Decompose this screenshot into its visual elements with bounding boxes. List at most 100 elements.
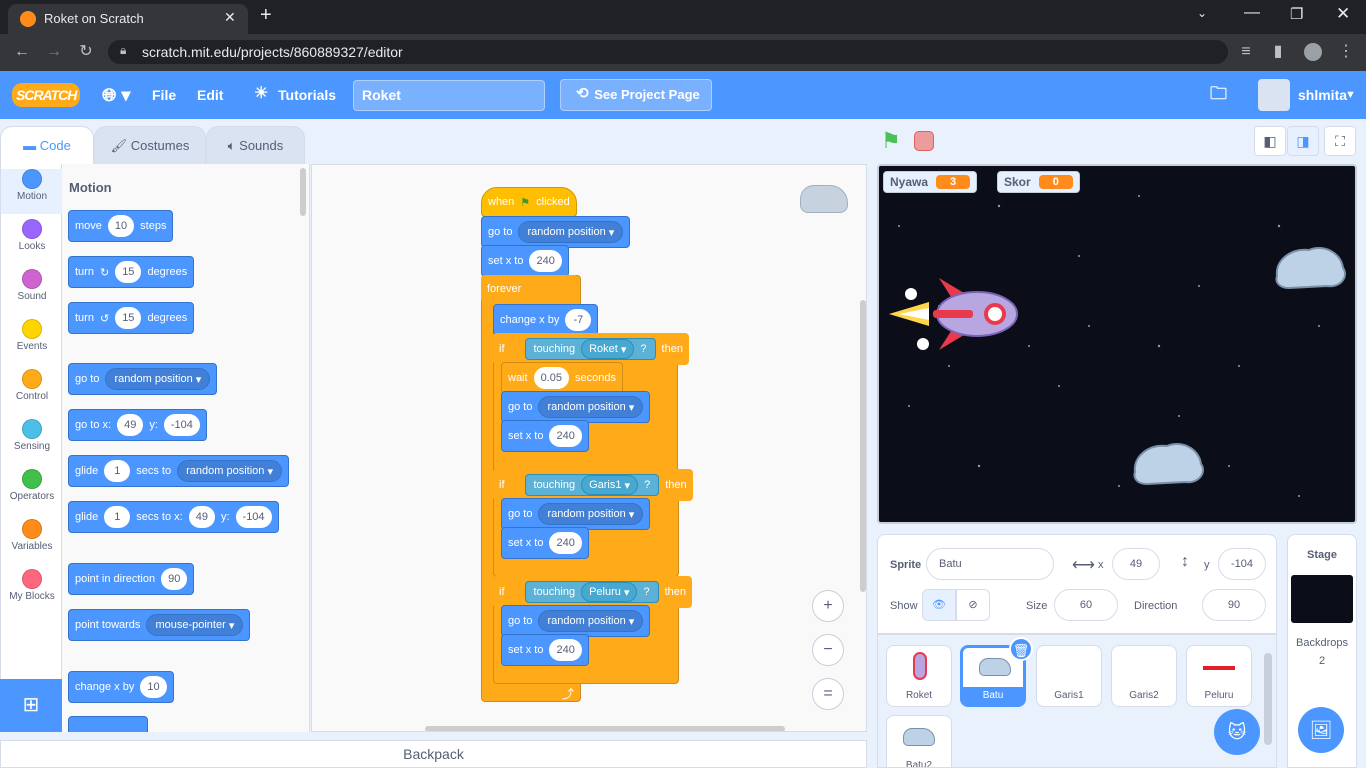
tab-costumes[interactable]: 🖌︎ Costumes — [94, 126, 206, 164]
block-partial[interactable] — [68, 716, 148, 732]
set-x-input[interactable]: 240 — [549, 532, 582, 554]
small-stage-button[interactable]: ◧ — [1254, 126, 1286, 156]
sprite-name-input[interactable]: Batu — [926, 548, 1054, 580]
tutorials-menu[interactable]: Tutorials — [278, 71, 336, 119]
backpack[interactable]: Backpack — [0, 740, 867, 768]
touching-target-dropdown[interactable]: Roket ▾ — [581, 339, 635, 359]
block-glide-to-xy[interactable]: glide 1 secs to x: 49 y: -104 — [68, 501, 279, 533]
back-icon[interactable]: ← — [10, 40, 34, 64]
sprite-list-scrollbar[interactable] — [1264, 653, 1272, 745]
normal-stage-button[interactable]: ◨ — [1287, 126, 1319, 156]
degrees-input[interactable]: 15 — [115, 307, 142, 329]
category-variables[interactable]: Variables — [1, 519, 63, 564]
vertical-scrollbar[interactable] — [860, 300, 866, 592]
block-wait[interactable]: wait 0.05 seconds — [501, 362, 623, 394]
palette-scrollbar[interactable] — [300, 168, 306, 216]
change-x-input[interactable]: 10 — [140, 676, 167, 698]
block-go-to-random[interactable]: go to random position ▾ — [501, 391, 651, 423]
side-panel-icon[interactable]: ▮ — [1266, 40, 1290, 64]
add-extension-button[interactable]: ⊞ — [0, 679, 62, 732]
degrees-input[interactable]: 15 — [115, 261, 142, 283]
block-go-to[interactable]: go to random position ▾ — [68, 363, 218, 395]
touching-peluru-condition[interactable]: touching Peluru ▾? — [524, 581, 659, 603]
direction-input[interactable]: 90 — [161, 568, 188, 590]
profile-avatar[interactable] — [1304, 43, 1322, 61]
block-go-to-xy[interactable]: go to x: 49 y: -104 — [68, 409, 207, 441]
block-set-x[interactable]: set x to 240 — [481, 245, 569, 277]
delete-sprite-icon[interactable]: 🗑︎ — [1009, 637, 1033, 661]
goto-dropdown[interactable]: random position ▾ — [538, 396, 644, 418]
zoom-in-button[interactable]: + — [812, 590, 844, 622]
category-sensing[interactable]: Sensing — [1, 419, 63, 464]
block-glide-to[interactable]: glide 1 secs to random position ▾ — [68, 455, 289, 487]
point-towards-dropdown[interactable]: mouse-pointer ▾ — [146, 614, 244, 636]
block-move-steps[interactable]: move 10 steps — [68, 210, 174, 242]
set-x-input[interactable]: 240 — [529, 250, 562, 272]
sprite-tile-batu2[interactable]: Batu2 — [886, 715, 952, 767]
x-input[interactable]: 49 — [117, 414, 144, 436]
secs-input[interactable]: 1 — [104, 460, 131, 482]
block-when-flag-clicked[interactable]: when ⚑ clicked — [481, 187, 577, 217]
glide-target-dropdown[interactable]: random position ▾ — [177, 460, 282, 482]
stop-icon[interactable] — [914, 131, 934, 151]
goto-target-dropdown[interactable]: random position ▾ — [105, 368, 211, 390]
block-point-towards[interactable]: point towards mouse-pointer ▾ — [68, 609, 251, 641]
size-input[interactable]: 60 — [1054, 589, 1118, 621]
scratch-logo[interactable]: SCRATCH — [12, 83, 81, 107]
touching-garis1-condition[interactable]: touching Garis1 ▾? — [524, 474, 660, 496]
block-if-touching-roket[interactable]: if touching Roket ▾? then — [493, 333, 689, 365]
project-title-input[interactable]: Roket — [353, 80, 545, 111]
show-hidden-button[interactable]: ⊘ — [956, 589, 990, 621]
folder-icon[interactable]: 🗀 — [1210, 84, 1227, 104]
block-point-in-direction[interactable]: point in direction 90 — [68, 563, 195, 595]
block-change-x[interactable]: change x by -7 — [493, 304, 599, 336]
change-x-input[interactable]: -7 — [565, 309, 592, 331]
user-avatar[interactable] — [1258, 79, 1290, 111]
block-turn-left[interactable]: turn ↺ 15 degrees — [68, 302, 195, 334]
goto-dropdown[interactable]: random position ▾ — [538, 610, 644, 632]
block-forever[interactable]: forever — [481, 275, 578, 303]
tab-search-icon[interactable]: ⌄ — [1197, 6, 1207, 20]
edit-menu[interactable]: Edit — [197, 71, 223, 119]
block-go-to-random[interactable]: go to random position ▾ — [501, 498, 651, 530]
category-events[interactable]: Events — [1, 319, 63, 364]
block-set-x[interactable]: set x to 240 — [501, 634, 589, 666]
address-bar[interactable]: 🔒︎ scratch.mit.edu/projects/860889327/ed… — [108, 40, 1228, 64]
direction-input[interactable]: 90 — [1202, 589, 1266, 621]
goto-dropdown[interactable]: random position ▾ — [518, 221, 624, 243]
block-go-to-random[interactable]: go to random position ▾ — [501, 605, 651, 637]
forward-icon[interactable]: → — [42, 40, 66, 64]
category-control[interactable]: Control — [1, 369, 63, 414]
y-input[interactable]: -104 — [1218, 548, 1266, 580]
block-set-x[interactable]: set x to 240 — [501, 420, 589, 452]
category-operators[interactable]: Operators — [1, 469, 63, 514]
media-icon[interactable]: ≡ — [1234, 40, 1258, 64]
username[interactable]: shlmita — [1298, 71, 1347, 119]
wait-input[interactable]: 0.05 — [533, 367, 569, 389]
close-window-icon[interactable]: ✕ — [1336, 4, 1350, 24]
block-go-to-random[interactable]: go to random position ▾ — [481, 216, 631, 248]
sprite-tile-garis1[interactable]: Garis1 — [1036, 645, 1102, 707]
set-x-input[interactable]: 240 — [549, 639, 582, 661]
reload-icon[interactable]: ↻ — [74, 40, 98, 64]
x-input[interactable]: 49 — [1112, 548, 1160, 580]
goto-dropdown[interactable]: random position ▾ — [538, 503, 644, 525]
secs-input[interactable]: 1 — [104, 506, 131, 528]
block-if-touching-garis1[interactable]: if touching Garis1 ▾? then — [493, 469, 693, 501]
green-flag-icon[interactable]: ⚑ — [881, 128, 901, 154]
sprite-tile-roket[interactable]: Roket — [886, 645, 952, 707]
block-change-x[interactable]: change x by 10 — [68, 671, 174, 703]
horizontal-scrollbar[interactable] — [425, 726, 785, 731]
zoom-reset-button[interactable]: = — [812, 678, 844, 710]
y-input[interactable]: -104 — [163, 414, 200, 436]
touching-roket-condition[interactable]: touching Roket ▾? — [524, 338, 656, 360]
file-menu[interactable]: File — [152, 71, 176, 119]
set-x-input[interactable]: 240 — [549, 425, 582, 447]
maximize-icon[interactable]: ❐ — [1290, 5, 1303, 23]
tab-code[interactable]: ▬ Code — [0, 126, 94, 164]
browser-tab[interactable]: Roket on Scratch ✕ — [8, 4, 248, 34]
y-input[interactable]: -104 — [235, 506, 272, 528]
new-tab-icon[interactable]: + — [260, 4, 272, 27]
fullscreen-button[interactable]: ⛶ — [1324, 126, 1356, 156]
sprite-tile-garis2[interactable]: Garis2 — [1111, 645, 1177, 707]
